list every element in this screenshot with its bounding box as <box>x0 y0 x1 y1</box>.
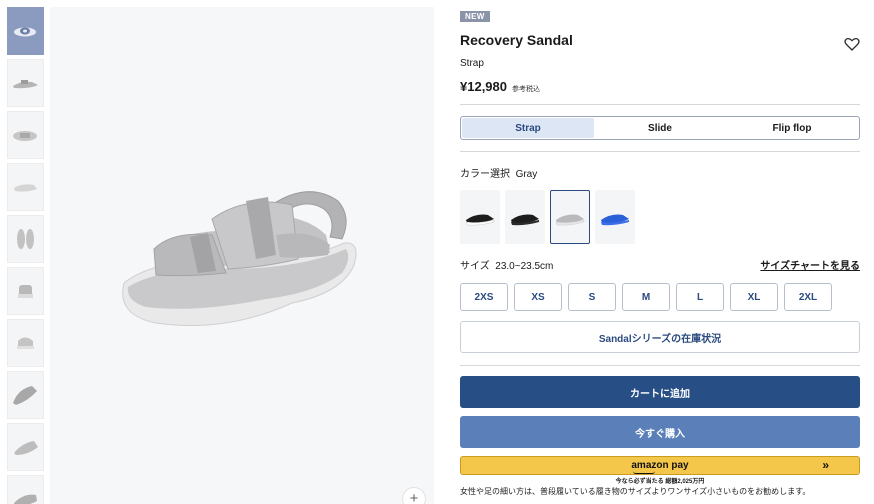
thumbnail-7[interactable] <box>7 319 44 367</box>
thumbnail-8[interactable] <box>7 371 44 419</box>
sandal-illustration <box>122 191 357 326</box>
new-badge: NEW <box>460 11 490 22</box>
size-2xl-button[interactable]: 2XL <box>784 283 832 311</box>
main-product-image[interactable]: + <box>50 7 434 504</box>
color-value: Gray <box>515 169 538 180</box>
divider <box>460 151 860 152</box>
swatch-blue[interactable] <box>595 190 635 244</box>
thumbnail-9[interactable] <box>7 423 44 471</box>
swatch-black-white[interactable] <box>460 190 500 244</box>
size-value: 23.0~23.5cm <box>495 261 554 272</box>
size-header: サイズ 23.0~23.5cm サイズチャートを見る <box>460 257 860 272</box>
amazon-pay-logo: amazon pay <box>631 460 689 474</box>
size-l-button[interactable]: L <box>676 283 724 311</box>
tab-strap[interactable]: Strap <box>462 118 594 138</box>
fit-note: 女性や足の細い方は、普段履いている履き物のサイズよりワンサイズ小さいものをお勧め… <box>460 487 811 496</box>
product-title: Recovery Sandal <box>460 32 573 48</box>
thumbnail-6[interactable] <box>7 267 44 315</box>
amazon-promo-note: 今なら必ず当たる 総額2,025万円 <box>615 479 705 485</box>
tab-flip-flop[interactable]: Flip flop <box>726 118 858 138</box>
product-page: + NEW Recovery Sandal Strap ¥12,980 参考税込… <box>0 0 874 504</box>
size-label: サイズ 23.0~23.5cm <box>460 261 554 272</box>
tab-slide[interactable]: Slide <box>594 118 726 138</box>
divider <box>460 104 860 105</box>
color-label: カラー選択 Gray <box>460 169 538 180</box>
size-m-button[interactable]: M <box>622 283 670 311</box>
amazon-pay-button[interactable]: amazon pay » <box>460 456 860 475</box>
product-details: NEW Recovery Sandal Strap ¥12,980 参考税込 S… <box>460 6 860 497</box>
thumbnail-gallery <box>7 7 44 504</box>
size-xs-button[interactable]: XS <box>514 283 562 311</box>
double-chevron-icon: » <box>822 458 829 472</box>
price: ¥12,980 <box>460 79 507 94</box>
style-tabs: Strap Slide Flip flop <box>460 116 860 140</box>
thumbnail-2[interactable] <box>7 59 44 107</box>
divider <box>460 365 860 366</box>
stock-status-button[interactable]: Sandalシリーズの在庫状況 <box>460 321 860 353</box>
size-chart-link[interactable]: サイズチャートを見る <box>760 257 860 272</box>
heart-icon[interactable] <box>844 36 860 52</box>
swatch-black[interactable] <box>505 190 545 244</box>
zoom-button[interactable]: + <box>402 487 426 504</box>
size-options: 2XS XS S M L XL 2XL <box>460 283 860 311</box>
size-s-button[interactable]: S <box>568 283 616 311</box>
add-to-cart-button[interactable]: カートに追加 <box>460 376 860 408</box>
size-2xs-button[interactable]: 2XS <box>460 283 508 311</box>
price-note: 参考税込 <box>512 86 540 93</box>
thumbnail-10[interactable] <box>7 475 44 504</box>
size-xl-button[interactable]: XL <box>730 283 778 311</box>
thumbnail-3[interactable] <box>7 111 44 159</box>
color-swatches <box>460 190 860 244</box>
thumbnail-5[interactable] <box>7 215 44 263</box>
buy-now-button[interactable]: 今すぐ購入 <box>460 416 860 448</box>
product-subtitle: Strap <box>460 58 484 69</box>
swatch-gray[interactable] <box>550 190 590 244</box>
thumbnail-1[interactable] <box>7 7 44 55</box>
price-row: ¥12,980 参考税込 <box>460 79 860 94</box>
thumbnail-4[interactable] <box>7 163 44 211</box>
